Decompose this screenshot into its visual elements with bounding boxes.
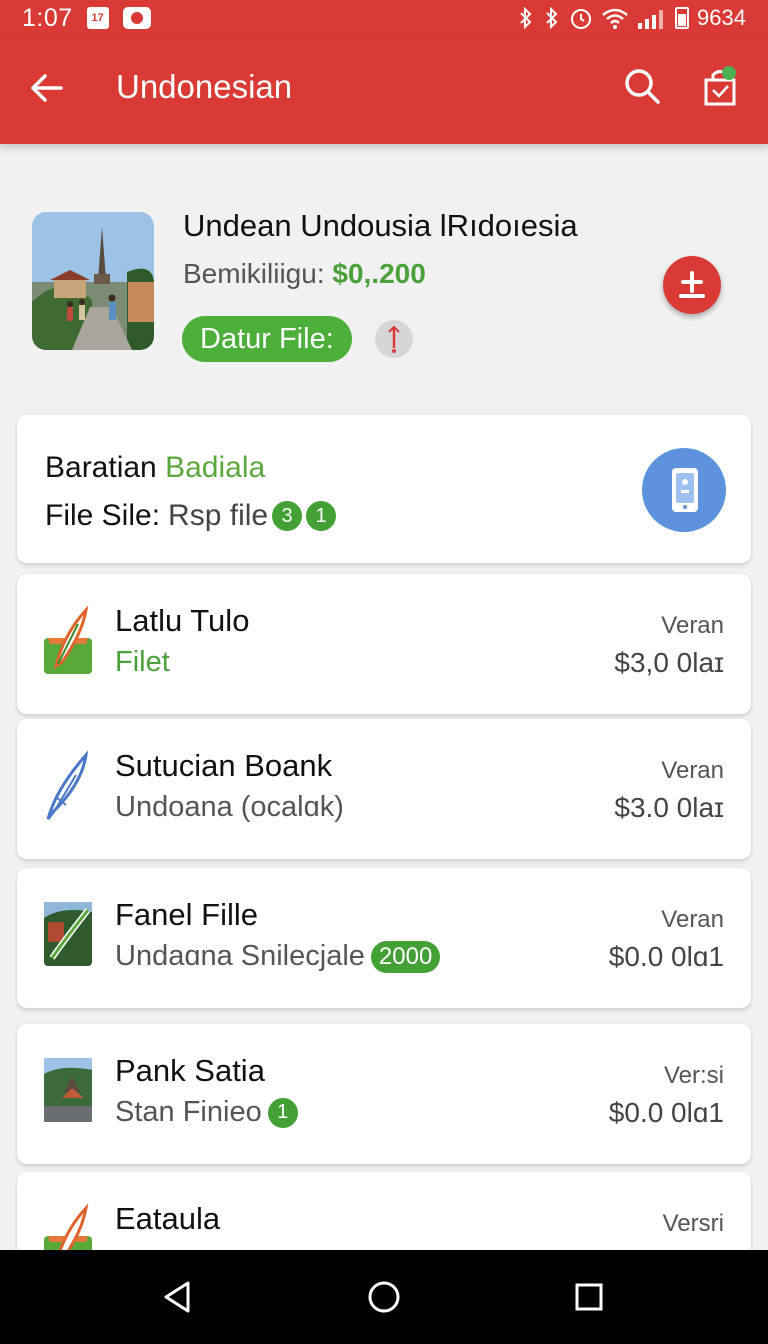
app-bar: Undonesian — [0, 36, 768, 144]
item-subtitle: Stan Finieo 1 — [115, 1096, 298, 1129]
count-badge: 3 — [272, 501, 303, 531]
summary-heading: Baratian Badiala — [45, 451, 265, 485]
wifi-icon — [602, 8, 628, 29]
file-size-label: File Sile: — [45, 499, 161, 532]
screen-record-icon — [122, 7, 151, 29]
summary-accent: Badiala — [165, 451, 266, 484]
info-exclamation-icon — [388, 325, 400, 353]
item-badge: 2000 — [370, 940, 441, 973]
search-icon — [625, 69, 660, 104]
item-title: Latlu Tulo — [115, 603, 250, 638]
landscape-photo-icon — [42, 1054, 94, 1126]
nav-recents-button[interactable] — [562, 1270, 616, 1324]
item-label: Ver:si — [663, 1062, 724, 1089]
list-item[interactable]: Sutucian Boank Undoana (ocalɑk) Veran $3… — [17, 719, 751, 859]
back-button[interactable] — [24, 66, 68, 110]
search-button[interactable] — [620, 64, 664, 108]
summary-card: Baratian Badiala File Sile: Rsp file 3 1 — [17, 415, 751, 563]
signal-icon — [638, 10, 664, 29]
nav-home-button[interactable] — [357, 1270, 411, 1324]
bluetooth-icon — [520, 7, 532, 29]
item-price: $0.0 0lɑ1 — [608, 941, 724, 972]
info-button[interactable] — [375, 320, 413, 358]
count-badge: 1 — [306, 501, 337, 531]
file-size-value: Rsp file — [168, 499, 269, 532]
file-type-pill[interactable]: Datur File: — [182, 316, 352, 362]
summary-label: Baratian — [45, 451, 157, 484]
status-bar: 1:07 17 9634 — [0, 0, 768, 36]
navigation-bar — [0, 1250, 768, 1344]
item-label: Versri — [662, 1210, 724, 1237]
battery-icon — [675, 7, 690, 29]
item-title: Eataula — [115, 1201, 221, 1236]
alarm-icon — [571, 9, 592, 29]
pen-nib-icon — [42, 749, 94, 821]
price-value: $0,.200 — [332, 258, 426, 289]
item-label: Veran — [661, 612, 724, 639]
add-button[interactable] — [663, 256, 721, 314]
arrow-left-icon — [31, 74, 63, 102]
nav-back-button[interactable] — [150, 1270, 204, 1324]
item-price: $3.0 0laɪ — [614, 792, 724, 823]
smartphone-icon — [672, 468, 698, 512]
item-label: Veran — [661, 757, 724, 784]
item-price: $0.0 0lɑ1 — [608, 1097, 724, 1128]
add-icon — [679, 271, 705, 298]
product-thumbnail[interactable] — [32, 212, 154, 350]
item-label: Veran — [661, 906, 724, 933]
nav-back-icon — [164, 1281, 190, 1313]
status-time: 1:07 — [22, 3, 73, 32]
price-label: Bemikiliigu: — [183, 258, 325, 289]
bluetooth-icon — [546, 7, 558, 29]
feather-quill-icon — [42, 604, 94, 676]
battery-text: 9634 — [697, 5, 746, 30]
item-title: Fanel Fille — [115, 897, 258, 932]
product-header: Undean Undousia lRıdoıesia Bemikiliigu: … — [0, 200, 768, 380]
list-item[interactable]: Pank Satia Stan Finieo 1 Ver:si $0.0 0lɑ… — [17, 1024, 751, 1164]
item-title: Pank Satia — [115, 1053, 265, 1088]
list-item[interactable]: Fanel Fille Undaɑna Snilecjale 2000 Vera… — [17, 868, 751, 1008]
calendar-icon: 17 — [86, 7, 109, 29]
item-price: $3,0 0laɪ — [614, 647, 724, 678]
item-subtitle: Filet — [115, 646, 170, 678]
list-item[interactable]: Latlu Tulo Filet Veran $3,0 0laɪ — [17, 574, 751, 714]
item-title: Sutucian Boank — [115, 748, 333, 783]
product-title: Undean Undousia lRıdoıesia — [183, 208, 578, 243]
item-subtitle: Undoana (ocalɑk) — [115, 791, 344, 823]
notification-dot — [722, 66, 736, 80]
photo-check-icon — [42, 898, 94, 970]
device-button[interactable] — [642, 448, 726, 532]
nav-recents-icon — [575, 1283, 603, 1311]
summary-file-line: File Sile: Rsp file 3 1 — [45, 499, 337, 533]
item-badge: 1 — [267, 1097, 298, 1128]
item-subtitle: Undaɑna Snilecjale 2000 — [115, 940, 441, 973]
temple-photo-icon — [32, 212, 154, 350]
cart-button[interactable] — [698, 64, 742, 112]
product-price: Bemikiliigu: $0,.200 — [183, 258, 426, 290]
page-title: Undonesian — [116, 68, 293, 105]
nav-home-icon — [368, 1281, 400, 1313]
